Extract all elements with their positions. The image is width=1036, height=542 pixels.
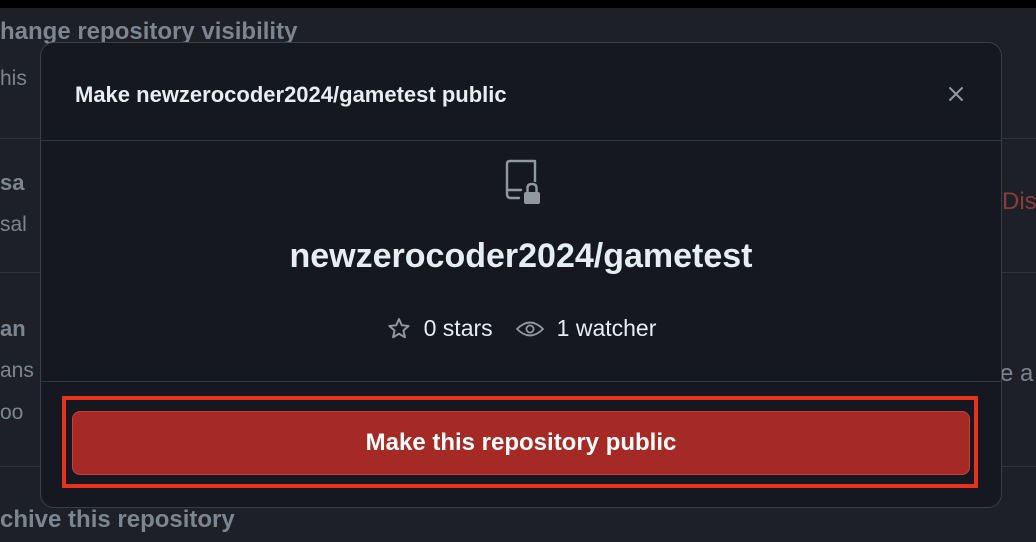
repo-stats: 0 stars 1 watcher — [41, 315, 1001, 342]
section-heading: sa — [0, 170, 25, 195]
repository-name: newzerocoder2024/gametest — [289, 237, 753, 275]
eye-icon — [515, 317, 545, 341]
screen: hange repository visibility his sa sal D… — [0, 0, 1036, 542]
section-description: oo — [0, 401, 24, 424]
section-heading: an — [0, 316, 26, 341]
watchers-count: 1 watcher — [556, 315, 657, 341]
star-icon — [386, 316, 412, 342]
visibility-description: his — [0, 67, 27, 90]
section-description: ans — [0, 359, 34, 382]
stars-count: 0 stars — [423, 315, 493, 341]
visibility-heading: hange repository visibility — [0, 18, 298, 45]
make-public-button[interactable]: Make this repository public — [72, 411, 970, 475]
x-icon — [946, 84, 966, 104]
close-button[interactable] — [941, 79, 971, 109]
repo-locked-icon — [499, 158, 547, 208]
section-description: e a — [1000, 360, 1034, 387]
stars-stat: 0 stars — [386, 315, 493, 342]
top-band — [0, 0, 1036, 8]
watchers-stat: 1 watcher — [515, 315, 657, 342]
dialog-title: Make newzerocoder2024/gametest public — [75, 82, 507, 107]
disable-button[interactable]: Dis — [1002, 190, 1036, 214]
dialog-header: Make newzerocoder2024/gametest public — [41, 43, 1001, 141]
archive-heading: chive this repository — [0, 506, 235, 533]
section-description: sal — [0, 213, 27, 236]
